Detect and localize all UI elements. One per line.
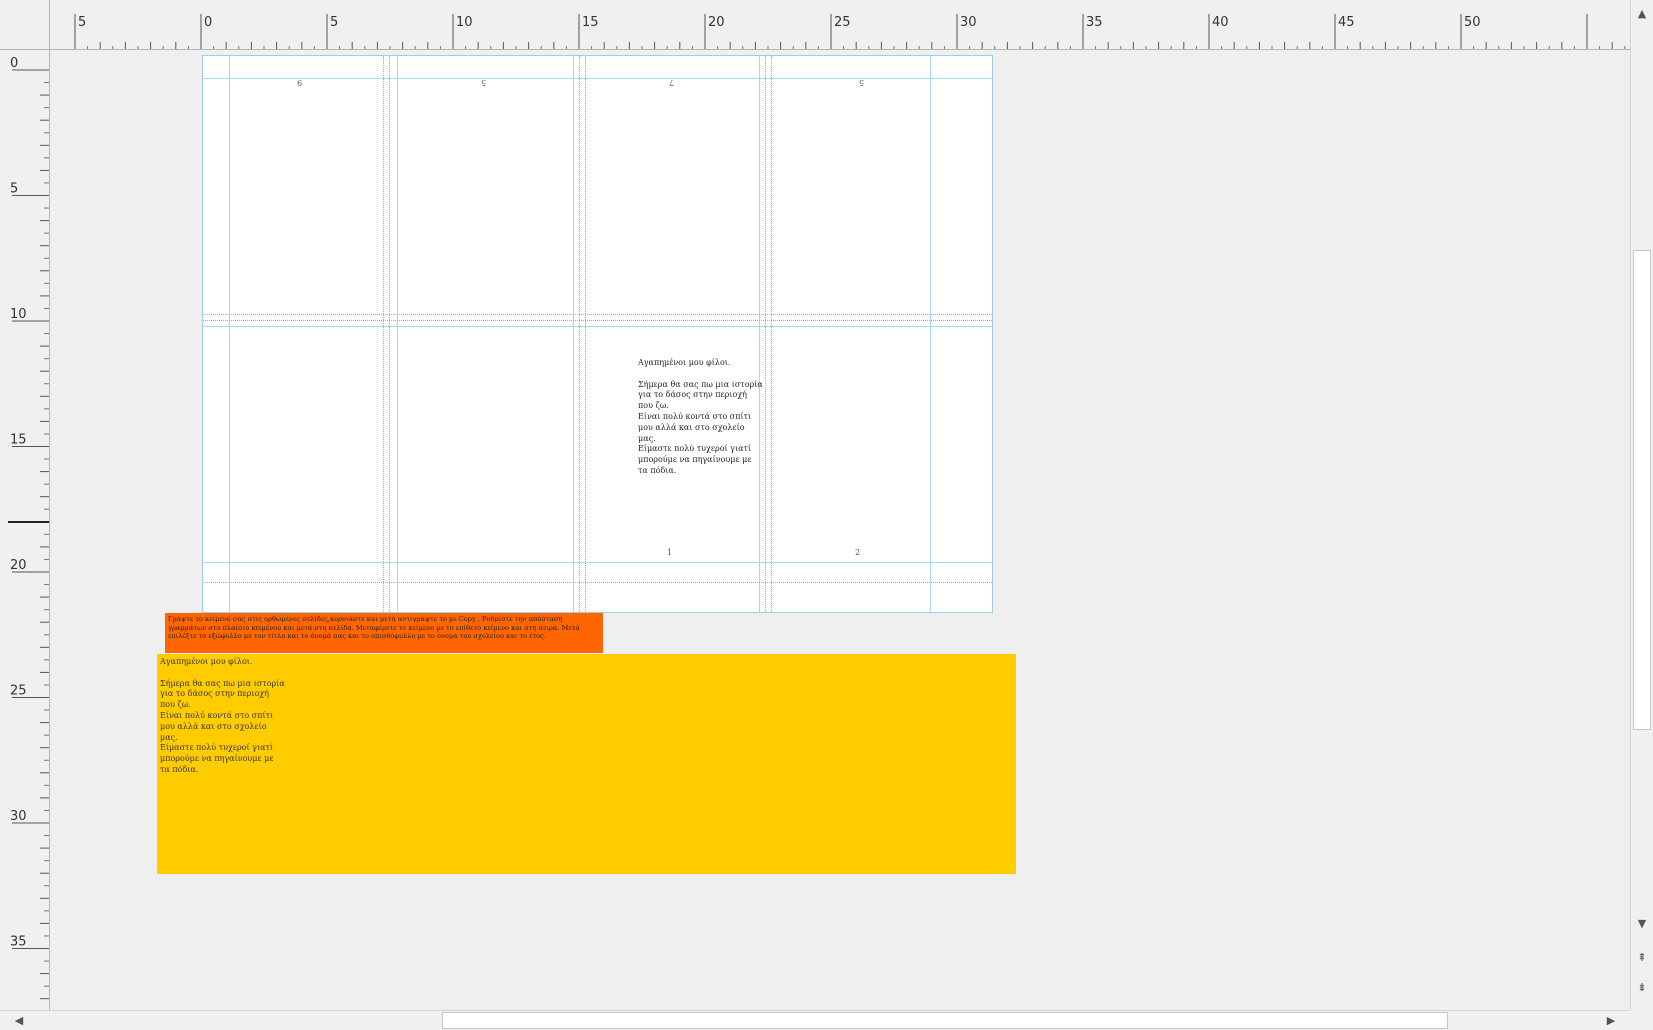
vertical-scrollbar[interactable]: ▲ ▼ ⇞ ⇟ <box>1630 0 1653 1010</box>
ruler-label: 0 <box>10 56 18 71</box>
margin-guide <box>203 326 992 327</box>
ruler-label: 5 <box>330 15 338 30</box>
instruction-note-frame[interactable]: Γράψτε το κείμενό σας στις ορθωμένες σελ… <box>165 613 603 653</box>
ruler-corner <box>0 0 50 50</box>
triangle-left-icon[interactable]: ◀ <box>8 1011 30 1030</box>
margin-guide <box>229 56 230 612</box>
yellow-text-frame[interactable] <box>872 654 1016 874</box>
letter-text-frame[interactable]: Αγαπημένοι μου φίλοι. Σήμερα θα σας πω μ… <box>638 358 768 477</box>
vertical-scroll-thumb[interactable] <box>1633 250 1651 730</box>
ruler-label: 25 <box>10 684 27 699</box>
ruler-label: 5 <box>78 15 86 30</box>
margin-guide <box>203 562 992 563</box>
ruler-label: 35 <box>10 935 27 950</box>
ruler-label: 20 <box>708 15 725 30</box>
column-guide <box>389 56 390 612</box>
page-number: 9 <box>297 78 303 87</box>
margin-guide <box>930 56 931 612</box>
margin-guide <box>759 56 760 612</box>
vertical-ruler[interactable]: 0 5 10 15 20 25 30 35 <box>0 50 50 1010</box>
card-text: Αγαπημένοι μου φίλοι. Σήμερα θα σας πω μ… <box>160 657 285 774</box>
column-guide <box>585 56 586 612</box>
page-number: 2 <box>855 548 861 557</box>
column-guide <box>579 56 580 612</box>
page-number: 5 <box>859 78 865 87</box>
horizontal-ruler[interactable]: 5 0 5 10 15 20 25 30 35 40 45 50 <box>50 0 1630 50</box>
ruler-label: 40 <box>1212 15 1229 30</box>
ruler-label: 50 <box>1464 15 1481 30</box>
row-guide <box>203 314 992 315</box>
triangle-right-icon[interactable]: ▶ <box>1600 1011 1622 1030</box>
row-guide <box>203 582 992 583</box>
column-guide <box>765 56 766 612</box>
horizontal-ruler-scale: 5 0 5 10 15 20 25 30 35 40 45 50 <box>74 14 1626 49</box>
page-number: 1 <box>667 548 673 557</box>
ruler-label: 30 <box>10 809 27 824</box>
page-number: 5 <box>481 78 487 87</box>
ruler-label: 15 <box>582 15 599 30</box>
triangle-down-icon[interactable]: ▼ <box>1632 912 1652 934</box>
ruler-label: 30 <box>960 15 977 30</box>
triangle-up-icon[interactable]: ▲ <box>1632 2 1652 24</box>
margin-guide <box>203 78 992 79</box>
double-arrow-down-icon[interactable]: ⇟ <box>1632 976 1652 998</box>
vertical-ruler-scale: 0 5 10 15 20 25 30 35 <box>8 56 49 1000</box>
horizontal-scroll-thumb[interactable] <box>442 1012 1448 1029</box>
document-page[interactable]: 9 5 7 5 1 2 Αγαπημένοι μου φίλοι. Σήμερα… <box>202 55 993 613</box>
ruler-label: 45 <box>1338 15 1355 30</box>
yellow-text-frame[interactable] <box>729 654 873 874</box>
double-arrow-up-icon[interactable]: ⇞ <box>1632 946 1652 968</box>
yellow-text-frame[interactable]: Αγαπημένοι μου φίλοι. Σήμερα θα σας πω μ… <box>157 654 301 874</box>
row-guide <box>203 320 992 321</box>
ruler-label: 20 <box>10 558 27 573</box>
horizontal-scrollbar[interactable]: ◀ ▶ <box>0 1010 1630 1030</box>
ruler-label: 25 <box>834 15 851 30</box>
column-guide <box>383 56 384 612</box>
yellow-text-frame[interactable] <box>300 654 444 874</box>
margin-guide <box>397 56 398 612</box>
yellow-text-frame[interactable] <box>586 654 730 874</box>
ruler-label: 35 <box>1086 15 1103 30</box>
column-guide <box>771 56 772 612</box>
margin-guide <box>573 56 574 612</box>
ruler-label: 15 <box>10 433 27 448</box>
ruler-label: 0 <box>204 15 212 30</box>
document-canvas[interactable]: 9 5 7 5 1 2 Αγαπημένοι μου φίλοι. Σήμερα… <box>50 50 1630 1010</box>
ruler-label: 10 <box>456 15 473 30</box>
yellow-text-frame[interactable] <box>443 654 587 874</box>
ruler-label: 10 <box>10 307 27 322</box>
ruler-label: 5 <box>10 182 18 197</box>
page-number: 7 <box>669 78 675 87</box>
